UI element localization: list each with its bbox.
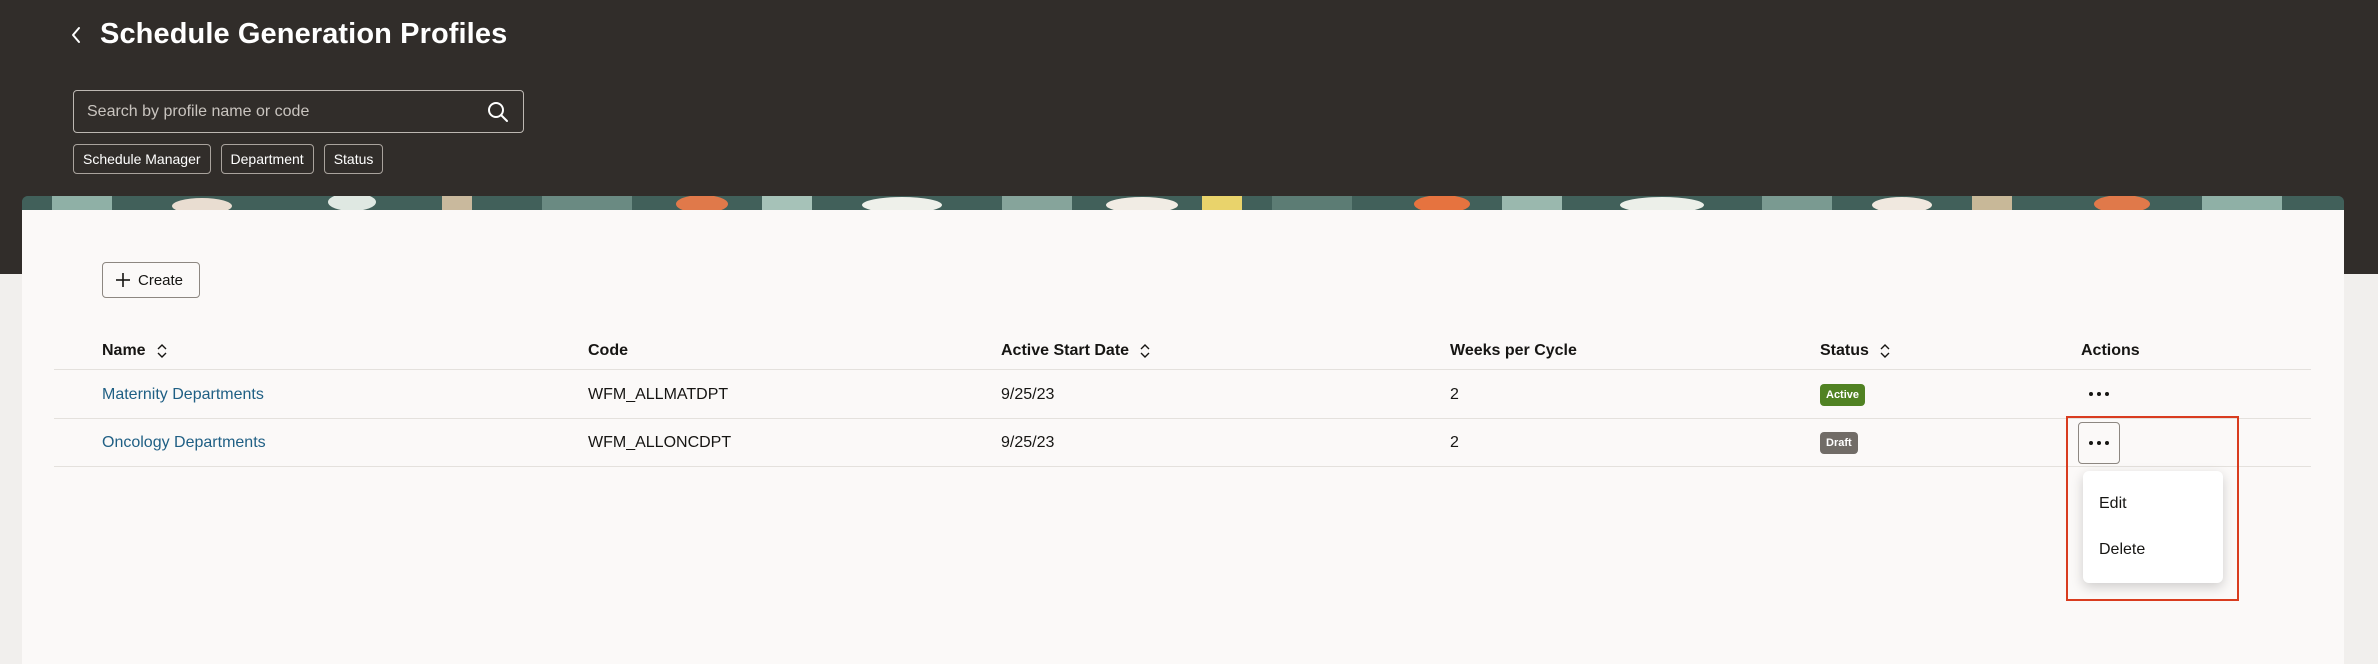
profile-name-link[interactable]: Oncology Departments: [102, 434, 266, 452]
page-title: Schedule Generation Profiles: [100, 18, 508, 50]
row-actions-button[interactable]: [2078, 373, 2120, 415]
row-actions-button[interactable]: [2078, 422, 2120, 464]
row-actions-menu: Edit Delete: [2083, 471, 2223, 583]
filter-chip-status[interactable]: Status: [323, 144, 384, 174]
search-input[interactable]: [74, 91, 474, 132]
search-box: [73, 90, 524, 133]
status-badge: Active: [1820, 384, 1866, 406]
weeks-per-cycle: 2: [1450, 386, 1459, 403]
more-horizontal-icon: [2089, 441, 2109, 445]
table-header: Name Code Active Start Date Weeks per Cy…: [54, 328, 2311, 370]
decorative-banner: [22, 196, 2344, 210]
table-row: Oncology Departments WFM_ALLONCDPT 9/25/…: [54, 419, 2311, 467]
create-button[interactable]: Create: [102, 262, 201, 298]
sort-icon[interactable]: [1879, 343, 1891, 359]
profile-name-link[interactable]: Maternity Departments: [102, 386, 264, 404]
column-header-status[interactable]: Status: [1820, 342, 1891, 360]
filter-chip-department[interactable]: Department: [220, 144, 314, 174]
active-start-date: 9/25/23: [1001, 386, 1055, 403]
back-button[interactable]: [62, 20, 90, 50]
filter-chip-schedule-manager[interactable]: Schedule Manager: [73, 144, 211, 174]
menu-item-delete[interactable]: Delete: [2083, 527, 2223, 573]
filter-chips: Schedule Manager Department Status: [73, 144, 384, 174]
create-button-label: Create: [138, 271, 184, 289]
plus-icon: [116, 273, 130, 287]
sort-icon[interactable]: [156, 343, 168, 359]
column-header-actions: Actions: [2081, 342, 2140, 359]
table-row: Maternity Departments WFM_ALLMATDPT 9/25…: [54, 371, 2311, 419]
column-header-code: Code: [588, 342, 628, 359]
status-badge: Draft: [1820, 432, 1858, 454]
sort-icon[interactable]: [1139, 343, 1151, 359]
chevron-left-icon: [72, 27, 80, 43]
column-header-weeks-per-cycle: Weeks per Cycle: [1450, 342, 1577, 359]
content-card: Create Name Code Active Start Date Weeks…: [22, 210, 2344, 664]
search-icon[interactable]: [487, 101, 509, 123]
weeks-per-cycle: 2: [1450, 434, 1459, 451]
profile-code: WFM_ALLMATDPT: [588, 386, 729, 403]
profile-code: WFM_ALLONCDPT: [588, 434, 732, 451]
column-header-active-start-date[interactable]: Active Start Date: [1001, 342, 1151, 360]
more-horizontal-icon: [2089, 392, 2109, 396]
column-header-name[interactable]: Name: [102, 342, 168, 360]
menu-item-edit[interactable]: Edit: [2083, 481, 2223, 527]
active-start-date: 9/25/23: [1001, 434, 1055, 451]
